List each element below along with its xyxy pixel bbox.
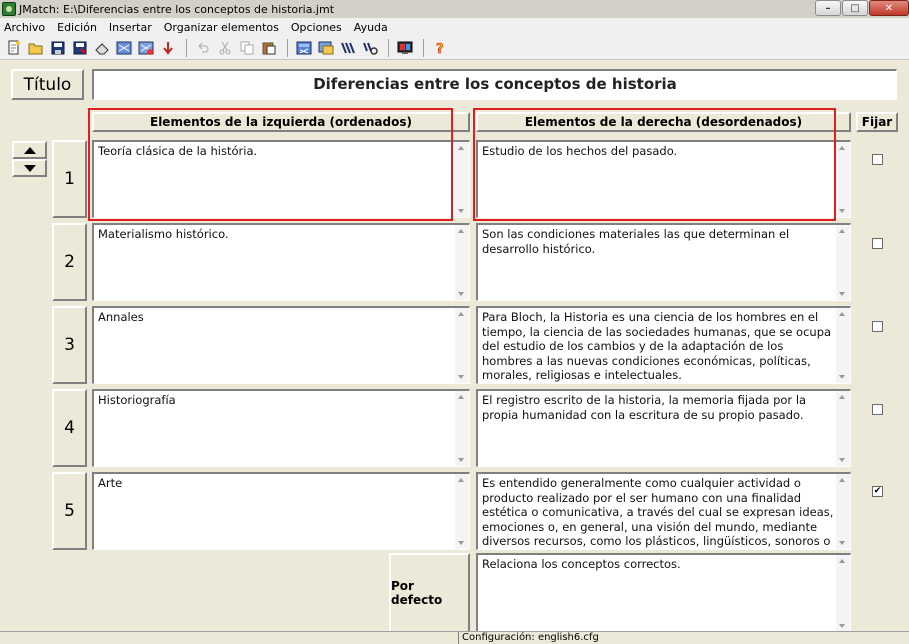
toolbar-separator bbox=[186, 38, 187, 57]
cut-icon[interactable] bbox=[215, 38, 235, 58]
default-item-text: Relaciona los conceptos correctos. bbox=[482, 557, 681, 571]
textbox-scrollbar[interactable] bbox=[836, 391, 850, 466]
eraser-icon[interactable] bbox=[92, 38, 112, 58]
default-item-input[interactable]: Relaciona los conceptos correctos. bbox=[476, 553, 851, 633]
fix-checkbox[interactable] bbox=[872, 154, 883, 165]
menu-organizar-elementos[interactable]: Organizar elementos bbox=[164, 21, 279, 34]
window-titlebar[interactable]: JMatch: E:\Diferencias entre los concept… bbox=[0, 0, 909, 18]
main-panel: Título Diferencias entre los conceptos d… bbox=[0, 61, 909, 633]
right-item-text: Para Bloch, la Historia es una ciencia d… bbox=[482, 310, 832, 382]
menu-bar: Archivo Edición Insertar Organizar eleme… bbox=[0, 18, 909, 36]
screen-icon[interactable] bbox=[395, 38, 415, 58]
status-config: Configuración: english6.cfg bbox=[458, 632, 602, 644]
rows-down-button[interactable] bbox=[12, 159, 47, 177]
right-column-header: Elementos de la derecha (desordenados) bbox=[476, 112, 851, 132]
left-item-input[interactable]: Arte bbox=[92, 472, 470, 550]
window-title: JMatch: E:\Diferencias entre los concept… bbox=[19, 2, 335, 16]
left-item-text: Teoría clásica de la história. bbox=[98, 144, 258, 158]
close-button[interactable]: ✕ bbox=[869, 0, 909, 16]
textbox-scrollbar[interactable] bbox=[455, 225, 469, 300]
export-web-icon[interactable] bbox=[114, 38, 134, 58]
textbox-scrollbar[interactable] bbox=[836, 555, 850, 632]
toolbar-separator bbox=[388, 38, 389, 57]
right-item-text: Es entendido generalmente como cualquier… bbox=[482, 476, 834, 549]
fijar-button[interactable]: Fijar bbox=[856, 112, 898, 132]
right-item-input[interactable]: Es entendido generalmente como cualquier… bbox=[476, 472, 851, 550]
arrow-down-icon[interactable] bbox=[158, 38, 178, 58]
undo-icon[interactable] bbox=[193, 38, 213, 58]
textbox-scrollbar[interactable] bbox=[836, 474, 850, 549]
left-item-input[interactable]: Annales bbox=[92, 306, 470, 384]
menu-ayuda[interactable]: Ayuda bbox=[354, 21, 388, 34]
export-web2-icon[interactable] bbox=[136, 38, 156, 58]
row-number-button[interactable]: 4 bbox=[52, 389, 87, 467]
jmatch-app-icon bbox=[2, 2, 16, 16]
drag-drop-icon[interactable] bbox=[316, 38, 336, 58]
textbox-scrollbar[interactable] bbox=[455, 391, 469, 466]
textbox-scrollbar[interactable] bbox=[455, 308, 469, 383]
left-item-input[interactable]: Materialismo histórico. bbox=[92, 223, 470, 301]
help-icon[interactable]: ? bbox=[430, 38, 450, 58]
fix-checkbox[interactable] bbox=[872, 238, 883, 249]
right-item-input[interactable]: El registro escrito de la historia, la m… bbox=[476, 389, 851, 467]
web-page-icon[interactable] bbox=[294, 38, 314, 58]
menu-insertar[interactable]: Insertar bbox=[109, 21, 152, 34]
new-file-icon[interactable] bbox=[4, 38, 24, 58]
left-item-text: Arte bbox=[98, 476, 123, 490]
triangle-down-icon bbox=[23, 164, 36, 172]
menu-archivo[interactable]: Archivo bbox=[4, 21, 45, 34]
rows-up-button[interactable] bbox=[12, 141, 47, 159]
status-bar: Configuración: english6.cfg bbox=[0, 631, 909, 644]
search-config-icon[interactable] bbox=[360, 38, 380, 58]
fix-checkbox-checked[interactable]: ✔ bbox=[872, 486, 883, 497]
right-item-input[interactable]: Estudio de los hechos del pasado. bbox=[476, 140, 851, 218]
right-item-text: El registro escrito de la historia, la m… bbox=[482, 393, 807, 422]
textbox-scrollbar[interactable] bbox=[836, 225, 850, 300]
fix-checkbox[interactable] bbox=[872, 404, 883, 415]
textbox-scrollbar[interactable] bbox=[836, 142, 850, 217]
fix-checkbox[interactable] bbox=[872, 321, 883, 332]
row-number-button[interactable]: 5 bbox=[52, 472, 87, 550]
left-item-text: Materialismo histórico. bbox=[98, 227, 229, 241]
titulo-button[interactable]: Título bbox=[11, 69, 84, 100]
left-item-input[interactable]: Historiografía bbox=[92, 389, 470, 467]
toolbar-separator bbox=[423, 38, 424, 57]
scroll-rows-buttons bbox=[12, 141, 47, 177]
paste-icon[interactable] bbox=[259, 38, 279, 58]
row-number-button[interactable]: 2 bbox=[52, 223, 87, 301]
left-column-header: Elementos de la izquierda (ordenados) bbox=[92, 112, 470, 132]
toolbar-separator bbox=[287, 38, 288, 57]
right-item-input[interactable]: Para Bloch, la Historia es una ciencia d… bbox=[476, 306, 851, 384]
por-defecto-button[interactable]: Por defecto bbox=[389, 553, 470, 633]
textbox-scrollbar[interactable] bbox=[836, 308, 850, 383]
svg-text:?: ? bbox=[436, 42, 444, 56]
config-icon[interactable] bbox=[338, 38, 358, 58]
textbox-scrollbar[interactable] bbox=[455, 142, 469, 217]
right-item-text: Estudio de los hechos del pasado. bbox=[482, 144, 678, 158]
toolbar: ? bbox=[0, 36, 909, 60]
title-input[interactable]: Diferencias entre los conceptos de histo… bbox=[92, 69, 897, 100]
menu-edicion[interactable]: Edición bbox=[57, 21, 97, 34]
menu-opciones[interactable]: Opciones bbox=[291, 21, 342, 34]
right-item-input[interactable]: Son las condiciones materiales las que d… bbox=[476, 223, 851, 301]
maximize-button[interactable]: □ bbox=[842, 0, 868, 16]
textbox-scrollbar[interactable] bbox=[455, 474, 469, 549]
row-number-button[interactable]: 3 bbox=[52, 306, 87, 384]
triangle-up-icon bbox=[23, 146, 36, 154]
open-folder-icon[interactable] bbox=[26, 38, 46, 58]
minimize-button[interactable]: – bbox=[815, 0, 841, 16]
checkmark-icon: ✔ bbox=[873, 486, 882, 496]
save-as-icon[interactable] bbox=[70, 38, 90, 58]
row-number-button[interactable]: 1 bbox=[52, 140, 87, 218]
left-item-input[interactable]: Teoría clásica de la história. bbox=[92, 140, 470, 218]
left-item-text: Historiografía bbox=[98, 393, 176, 407]
copy-icon[interactable] bbox=[237, 38, 257, 58]
left-item-text: Annales bbox=[98, 310, 144, 324]
right-item-text: Son las condiciones materiales las que d… bbox=[482, 227, 790, 256]
save-icon[interactable] bbox=[48, 38, 68, 58]
